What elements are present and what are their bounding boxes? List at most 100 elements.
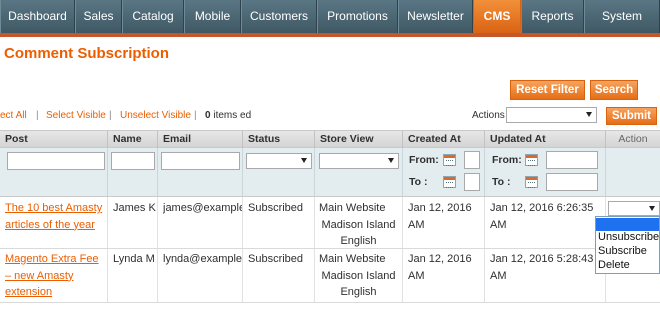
- created-from-label: From:: [409, 154, 439, 166]
- status-cell: Subscribed: [243, 197, 315, 248]
- nav-item-sales[interactable]: Sales: [75, 0, 122, 33]
- updated-from-input[interactable]: [546, 151, 598, 169]
- calendar-icon[interactable]: [525, 176, 538, 188]
- column-header-created-at[interactable]: Created At: [403, 131, 485, 148]
- filter-cell-updated-at: From: To :: [485, 148, 606, 196]
- updated-at-cell: Jan 12, 2016 6:26:35 AM: [485, 197, 606, 248]
- filter-cell-post: [0, 148, 108, 196]
- items-selected-count: 0 items ed: [205, 110, 251, 121]
- select-all-link[interactable]: ect All: [0, 110, 27, 121]
- post-filter-input[interactable]: [7, 152, 105, 170]
- status-value: Subscribed: [248, 202, 304, 214]
- status-value: Subscribed: [248, 253, 304, 265]
- nav-item-cms[interactable]: CMS: [473, 0, 521, 33]
- store-view-filter-select[interactable]: [319, 153, 399, 169]
- created-to-input[interactable]: [464, 173, 480, 191]
- filter-cell-action: [606, 148, 660, 196]
- nav-item-reports[interactable]: Reports: [521, 0, 584, 33]
- chevron-down-icon: [388, 158, 394, 163]
- nav-item-system[interactable]: System: [584, 0, 660, 33]
- nav-item-customers[interactable]: Customers: [241, 0, 317, 33]
- created-at-value: Jan 12, 2016 AM: [408, 202, 472, 231]
- store-website: Main Website: [319, 202, 386, 214]
- table-row: Magento Extra Fee – new Amasty extension…: [0, 249, 660, 303]
- column-header-updated-at[interactable]: Updated At: [485, 131, 606, 148]
- post-link[interactable]: The 10 best Amasty articles of the year: [5, 202, 102, 231]
- chevron-down-icon: [649, 205, 655, 211]
- created-at-cell: Jan 12, 2016 AM: [403, 249, 485, 302]
- top-nav: Dashboard Sales Catalog Mobile Customers…: [0, 0, 660, 37]
- calendar-icon[interactable]: [443, 154, 456, 166]
- dropdown-option-delete[interactable]: Delete: [596, 259, 659, 272]
- filter-cell-name: [108, 148, 158, 196]
- items-selected-suffix: items ed: [210, 110, 252, 121]
- store-view-cell: Main Website Madison Island English: [315, 197, 403, 248]
- name-value: Lynda M: [113, 253, 155, 265]
- actions-label: Actions: [472, 110, 505, 121]
- updated-at-value: Jan 12, 2016 5:28:43 AM: [490, 253, 594, 282]
- dropdown-option-unsubscribe[interactable]: Unsubscribe: [596, 231, 659, 244]
- updated-at-cell: Jan 12, 2016 5:28:43 AM: [485, 249, 606, 302]
- store-name: Madison Island: [321, 269, 396, 282]
- email-value: james@example: [163, 202, 242, 214]
- reset-filter-button[interactable]: Reset Filter: [510, 80, 585, 100]
- created-at-cell: Jan 12, 2016 AM: [403, 197, 485, 248]
- filter-cell-created-at: From: To :: [403, 148, 485, 196]
- email-filter-input[interactable]: [161, 152, 240, 170]
- store-name: Madison Island: [321, 218, 396, 231]
- dropdown-option-blank[interactable]: [596, 218, 659, 231]
- store-website: Main Website: [319, 253, 386, 265]
- post-link[interactable]: Magento Extra Fee – new Amasty extension: [5, 253, 99, 298]
- column-header-status[interactable]: Status: [243, 131, 315, 148]
- filter-row: From: To : From: To :: [0, 148, 660, 197]
- chevron-down-icon: [586, 112, 592, 117]
- chevron-down-icon: [301, 158, 307, 163]
- massaction-bar: ect All | Select Visible | Unselect Visi…: [0, 106, 660, 126]
- grid-header: Post Name Email Status Store View Create…: [0, 130, 660, 148]
- table-row: The 10 best Amasty articles of the year …: [0, 197, 660, 249]
- name-filter-input[interactable]: [111, 152, 155, 170]
- filter-cell-email: [158, 148, 243, 196]
- nav-item-mobile[interactable]: Mobile: [184, 0, 241, 33]
- nav-item-promotions[interactable]: Promotions: [317, 0, 398, 33]
- status-filter-select[interactable]: [246, 153, 312, 169]
- nav-item-dashboard[interactable]: Dashboard: [0, 0, 75, 33]
- created-at-value: Jan 12, 2016 AM: [408, 253, 472, 282]
- column-header-name[interactable]: Name: [108, 131, 158, 148]
- updated-to-input[interactable]: [546, 173, 598, 191]
- column-header-store-view[interactable]: Store View: [315, 131, 403, 148]
- calendar-icon[interactable]: [443, 176, 456, 188]
- separator: |: [36, 110, 39, 121]
- calendar-icon[interactable]: [525, 154, 538, 166]
- email-cell: james@example: [158, 197, 243, 248]
- row-action-select[interactable]: [608, 201, 660, 216]
- nav-item-catalog[interactable]: Catalog: [122, 0, 184, 33]
- name-cell: Lynda M: [108, 249, 158, 302]
- post-cell: Magento Extra Fee – new Amasty extension: [0, 249, 108, 302]
- filter-cell-store-view: [315, 148, 403, 196]
- column-header-action: Action: [618, 133, 648, 145]
- email-cell: lynda@example.: [158, 249, 243, 302]
- updated-from-label: From:: [492, 154, 522, 166]
- created-from-input[interactable]: [464, 151, 480, 169]
- row-action-dropdown: Unsubscribe Subscribe Delete: [595, 216, 660, 274]
- created-to-label: To :: [409, 176, 428, 188]
- separator: |: [109, 110, 112, 121]
- actions-select[interactable]: [506, 107, 597, 123]
- search-button[interactable]: Search: [590, 80, 638, 100]
- select-visible-link[interactable]: Select Visible: [46, 110, 106, 121]
- store-view-cell: Main Website Madison Island English: [315, 249, 403, 302]
- updated-at-value: Jan 12, 2016 6:26:35 AM: [490, 202, 594, 231]
- column-header-post[interactable]: Post: [0, 131, 108, 148]
- nav-item-newsletter[interactable]: Newsletter: [398, 0, 473, 33]
- dropdown-option-subscribe[interactable]: Subscribe: [596, 245, 659, 258]
- updated-to-label: To :: [492, 176, 511, 188]
- submit-button[interactable]: Submit: [606, 107, 657, 125]
- page-title: Comment Subscription: [4, 45, 170, 62]
- unselect-visible-link[interactable]: Unselect Visible: [120, 110, 191, 121]
- name-value: James K: [113, 202, 156, 214]
- column-header-email[interactable]: Email: [158, 131, 243, 148]
- status-cell: Subscribed: [243, 249, 315, 302]
- filter-cell-status: [243, 148, 315, 196]
- post-cell: The 10 best Amasty articles of the year: [0, 197, 108, 248]
